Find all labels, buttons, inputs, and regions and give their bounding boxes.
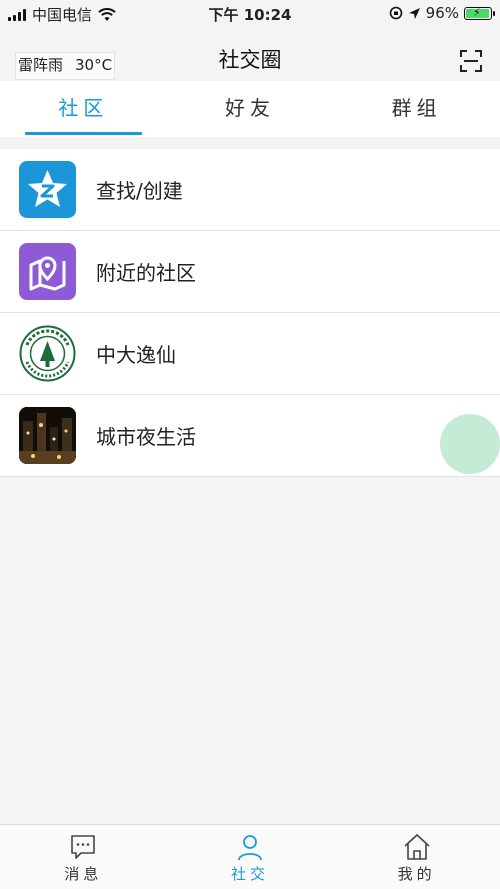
tab-community[interactable]: 社区 bbox=[0, 81, 167, 137]
list-item-label: 城市夜生活 bbox=[96, 425, 196, 449]
status-right: 96% ⚡ bbox=[389, 4, 495, 22]
tab-friends[interactable]: 好友 bbox=[167, 81, 334, 137]
nav-social[interactable]: 社交 bbox=[167, 825, 334, 889]
sysu-logo bbox=[19, 325, 76, 382]
list-item-label: 附近的社区 bbox=[96, 261, 196, 285]
battery-icon: ⚡ bbox=[464, 6, 495, 20]
list-item-nearby[interactable]: 附近的社区 bbox=[0, 231, 500, 313]
list-item-sysu[interactable]: 中大逸仙 bbox=[0, 313, 500, 395]
page-title: 社交圈 bbox=[218, 48, 282, 72]
person-icon bbox=[238, 835, 262, 861]
list-item-city-night[interactable]: 城市夜生活 bbox=[0, 395, 500, 477]
nav-messages[interactable]: 消息 bbox=[0, 825, 167, 889]
nav-label: 我的 bbox=[397, 865, 436, 883]
list-item-label: 中大逸仙 bbox=[96, 343, 176, 367]
message-icon bbox=[71, 835, 96, 859]
nearby-map-icon bbox=[19, 243, 76, 300]
battery-percent: 96% bbox=[425, 4, 459, 22]
header: 雷阵雨 30°C 社交圈 bbox=[0, 26, 500, 81]
location-arrow-icon bbox=[408, 7, 420, 19]
city-night-photo bbox=[19, 407, 76, 464]
nav-label: 社交 bbox=[231, 865, 270, 883]
scan-icon[interactable] bbox=[460, 50, 482, 72]
find-create-icon bbox=[19, 161, 76, 218]
tab-groups[interactable]: 群组 bbox=[333, 81, 500, 137]
list-item-find-create[interactable]: 查找/创建 bbox=[0, 149, 500, 231]
nav-mine[interactable]: 我的 bbox=[333, 825, 500, 889]
segment-tabs: 社区 好友 群组 bbox=[0, 81, 500, 137]
home-icon bbox=[404, 834, 430, 860]
floating-action-button[interactable] bbox=[440, 414, 500, 474]
rotation-lock-icon bbox=[389, 6, 402, 20]
community-list: 查找/创建 附近的社区 中大逸仙 城市夜生活 bbox=[0, 149, 500, 477]
list-item-label: 查找/创建 bbox=[96, 179, 183, 203]
nav-label: 消息 bbox=[64, 865, 103, 883]
status-bar: 中国电信 下午 10:24 96% ⚡ bbox=[0, 0, 500, 26]
bottom-tab-bar: 消息 社交 我的 bbox=[0, 824, 500, 889]
